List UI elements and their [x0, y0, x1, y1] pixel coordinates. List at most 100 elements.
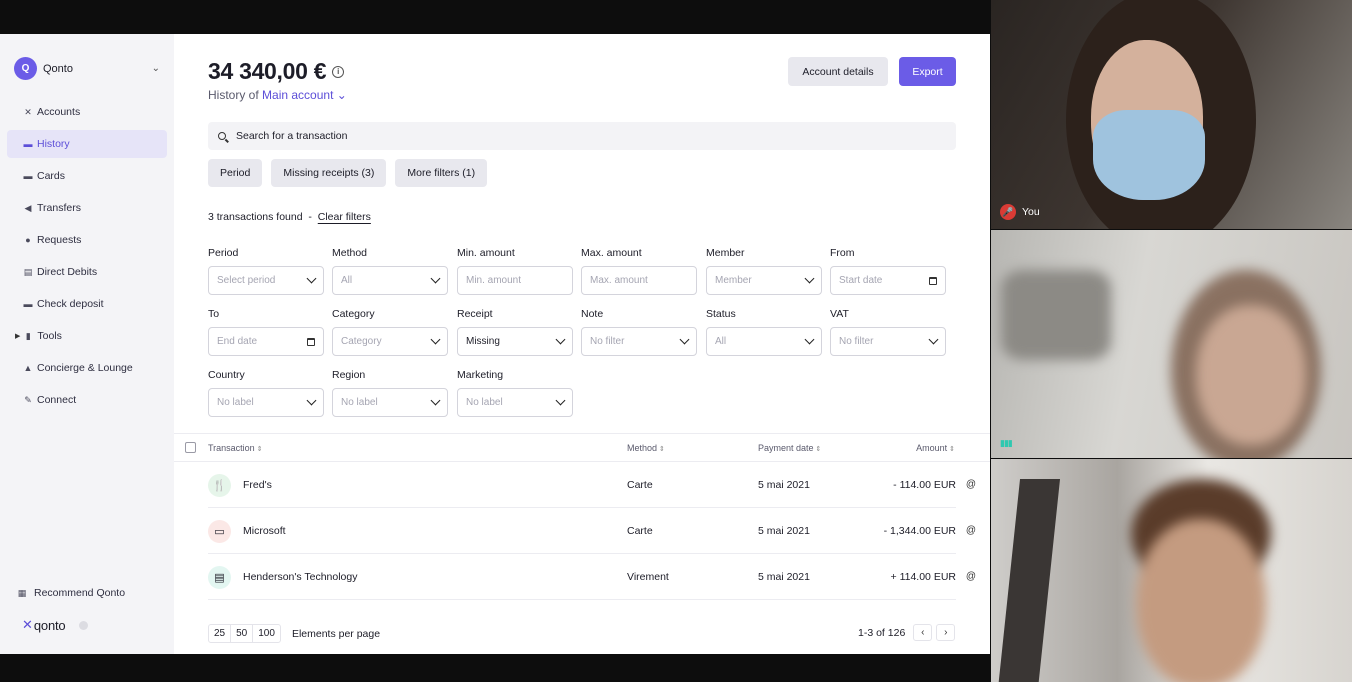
mic-off-icon: 🎤: [1000, 204, 1016, 220]
column-amount[interactable]: Amount ⇕: [916, 443, 955, 453]
filter-chips: Period Missing receipts (3) More filters…: [208, 159, 496, 187]
prev-page-button[interactable]: ‹: [913, 624, 933, 641]
from-date-picker[interactable]: Start date: [830, 266, 946, 295]
filter-label: Note: [581, 308, 604, 320]
attachment-icon[interactable]: @: [966, 571, 976, 582]
table-row[interactable]: ▭ Microsoft Carte 5 mai 2021 - 1,344.00 EUR @: [208, 508, 976, 554]
missing-receipts-chip[interactable]: Missing receipts (3): [271, 159, 387, 187]
filter-value: No label: [466, 397, 503, 408]
filter-status: Status All: [706, 308, 822, 356]
category-select[interactable]: Category: [332, 327, 448, 356]
account-details-button[interactable]: Account details: [788, 57, 888, 86]
sidebar-item-requests[interactable]: ● Requests: [7, 226, 167, 254]
recommend-link[interactable]: ▦ Recommend Qonto: [16, 587, 125, 599]
filter-from: From Start date: [830, 247, 946, 295]
period-chip[interactable]: Period: [208, 159, 263, 187]
filter-member: Member Member: [706, 247, 822, 295]
payment-date: 5 mai 2021: [758, 479, 810, 491]
chevron-down-icon: [555, 395, 566, 406]
filter-value: No label: [217, 397, 254, 408]
sidebar-item-connect[interactable]: ✎ Connect: [7, 386, 167, 414]
select-all-checkbox[interactable]: [185, 442, 196, 453]
merchant-name: Fred's: [243, 479, 272, 491]
filter-category: Category Category: [332, 308, 448, 356]
accounts-icon: ✕: [24, 106, 32, 117]
column-method[interactable]: Method ⇕: [627, 443, 665, 453]
sidebar-item-tools[interactable]: ▶ ▮ Tools: [7, 322, 167, 350]
sidebar-item-label: Accounts: [37, 106, 81, 118]
country-select[interactable]: No label: [208, 388, 324, 417]
filter-value: No filter: [590, 336, 625, 347]
page-size-25[interactable]: 25: [209, 625, 232, 642]
page-size-50[interactable]: 50: [231, 625, 254, 642]
sidebar-item-label: Requests: [37, 234, 82, 246]
status-select[interactable]: All: [706, 327, 822, 356]
table-row[interactable]: ▤ Henderson's Technology Virement 5 mai 202…: [208, 554, 976, 600]
member-select[interactable]: Member: [706, 266, 822, 295]
chevron-down-icon: [430, 395, 441, 406]
filter-max-amount: Max. amount Max. amount: [581, 247, 697, 295]
sidebar-item-history[interactable]: ▬ History: [7, 130, 167, 158]
filter-method: Method All: [332, 247, 448, 295]
filter-label: Category: [332, 308, 375, 320]
column-label: Method: [627, 443, 658, 453]
sidebar-item-label: History: [37, 138, 70, 150]
filter-label: From: [830, 247, 855, 259]
marketing-select[interactable]: No label: [457, 388, 573, 417]
min-amount-field[interactable]: Min. amount: [457, 266, 573, 295]
sidebar-item-label: Transfers: [37, 202, 81, 214]
attachment-icon[interactable]: @: [966, 525, 976, 536]
search-input[interactable]: [236, 130, 836, 142]
concierge-icon: ▲: [23, 363, 33, 373]
clear-filters-link[interactable]: Clear filters: [318, 211, 371, 223]
next-page-button[interactable]: ›: [936, 624, 956, 641]
info-icon[interactable]: i: [332, 65, 345, 78]
note-select[interactable]: No filter: [581, 327, 697, 356]
filter-label: To: [208, 308, 220, 320]
search-bar[interactable]: [208, 122, 956, 150]
period-select[interactable]: Select period: [208, 266, 324, 295]
sidebar-item-direct-debits[interactable]: ▤ Direct Debits: [7, 258, 167, 286]
filter-label: Period: [208, 247, 239, 259]
page-size-100[interactable]: 100: [253, 625, 280, 642]
sidebar-item-accounts[interactable]: ✕ Accounts: [7, 98, 167, 126]
method-select[interactable]: All: [332, 266, 448, 295]
region-select[interactable]: No label: [332, 388, 448, 417]
attachment-icon[interactable]: @: [966, 479, 976, 490]
more-filters-chip[interactable]: More filters (1): [395, 159, 488, 187]
account-dropdown[interactable]: Main account ⌄: [262, 88, 347, 102]
receipt-select[interactable]: Missing: [457, 327, 573, 356]
column-payment-date[interactable]: Payment date ⇕: [758, 443, 821, 453]
table-row[interactable]: 🍴 Fred's Carte 5 mai 2021 - 114.00 EUR @: [208, 462, 976, 508]
filter-value: Min. amount: [466, 275, 522, 286]
connect-icon: ✎: [24, 394, 32, 405]
filter-receipt: Receipt Missing: [457, 308, 573, 356]
sort-icon: ⇕: [949, 446, 955, 453]
restaurant-icon: 🍴: [208, 474, 231, 497]
payment-method: Carte: [627, 525, 653, 537]
cards-icon: ▬: [23, 171, 33, 181]
vat-select[interactable]: No filter: [830, 327, 946, 356]
transaction-amount: - 114.00 EUR: [893, 479, 956, 491]
filter-country: Country No label: [208, 369, 324, 417]
max-amount-field[interactable]: Max. amount: [581, 266, 697, 295]
org-switcher[interactable]: Q Qonto ⌄: [0, 34, 174, 80]
org-avatar: Q: [14, 57, 37, 80]
chevron-right-icon: ›: [944, 627, 948, 638]
sidebar-item-transfers[interactable]: ◀ Transfers: [7, 194, 167, 222]
transfers-icon: ◀: [24, 202, 32, 213]
to-date-picker[interactable]: End date: [208, 327, 324, 356]
sidebar-item-label: Tools: [37, 330, 62, 342]
export-button[interactable]: Export: [899, 57, 956, 86]
filter-label: VAT: [830, 308, 849, 320]
sidebar-item-check-deposit[interactable]: ▬ Check deposit: [7, 290, 167, 318]
filter-label: Status: [706, 308, 736, 320]
filter-value: All: [341, 275, 353, 286]
sidebar-item-concierge[interactable]: ▲ Concierge & Lounge: [7, 354, 167, 382]
column-transaction[interactable]: Transaction ⇕: [208, 443, 263, 453]
filter-value: Select period: [217, 275, 276, 286]
sidebar-item-cards[interactable]: ▬ Cards: [7, 162, 167, 190]
main-content: 34 340,00 € i History of Main account ⌄ …: [174, 34, 990, 654]
chevron-down-icon: [804, 334, 815, 345]
chevron-down-icon: [430, 273, 441, 284]
